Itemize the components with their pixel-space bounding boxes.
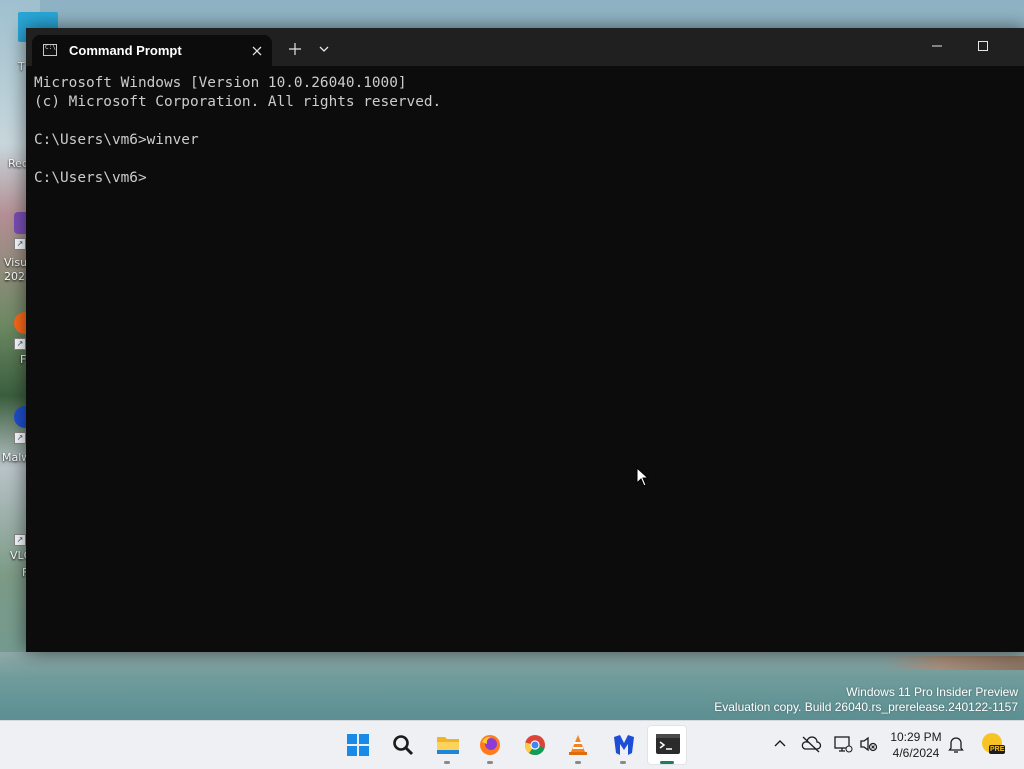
running-indicator	[444, 761, 450, 764]
show-hidden-icons-button[interactable]	[769, 733, 791, 755]
cloud-off-icon	[801, 736, 822, 753]
console-line: C:\Users\vm6>	[34, 170, 147, 186]
active-indicator	[660, 761, 674, 764]
firefox-icon	[480, 735, 500, 755]
desktop-icon-label: T	[18, 60, 25, 73]
pre-badge-label: PRE	[990, 746, 1005, 753]
desktop-icon-label: Rec	[8, 157, 28, 170]
terminal-icon	[656, 734, 680, 754]
clock-time: 10:29 PM	[890, 730, 942, 744]
vlc-app[interactable]	[558, 725, 598, 765]
running-indicator	[620, 761, 626, 764]
cmd-icon	[43, 44, 57, 56]
firefox-app[interactable]	[470, 725, 510, 765]
shortcut-arrow-icon: ↗	[14, 238, 26, 250]
bell-icon	[948, 737, 964, 753]
console-line: C:\Users\vm6>winver	[34, 132, 199, 148]
console-output[interactable]: Microsoft Windows [Version 10.0.26040.10…	[34, 74, 1024, 652]
shortcut-arrow-icon: ↗	[14, 534, 26, 546]
console-line: Microsoft Windows [Version 10.0.26040.10…	[34, 75, 407, 91]
volume-muted-icon	[860, 736, 878, 752]
chevron-down-icon	[319, 46, 329, 52]
taskbar: 10:29 PM 4/6/2024 PRE	[0, 720, 1024, 769]
shortcut-arrow-icon: ↗	[14, 338, 26, 350]
insider-pre-badge[interactable]: PRE	[980, 731, 1006, 757]
plus-icon	[289, 43, 301, 55]
terminal-app[interactable]	[647, 725, 687, 765]
evaluation-watermark: Windows 11 Pro Insider Preview Evaluatio…	[714, 685, 1018, 715]
folder-icon	[437, 737, 459, 754]
wallpaper-shore	[884, 656, 1024, 670]
clock-button[interactable]: 10:29 PM 4/6/2024	[886, 729, 946, 761]
notifications-button[interactable]	[945, 733, 967, 755]
desktop-icon-label: Visu	[4, 256, 28, 269]
maximize-button[interactable]	[960, 28, 1006, 66]
search-button[interactable]	[383, 725, 423, 765]
network-button[interactable]	[832, 733, 854, 755]
minimize-button[interactable]	[914, 28, 960, 66]
close-icon	[252, 46, 262, 56]
mouse-pointer-icon	[636, 467, 650, 487]
onedrive-button[interactable]	[800, 733, 822, 755]
watermark-line: Windows 11 Pro Insider Preview	[846, 685, 1018, 699]
running-indicator	[487, 761, 493, 764]
pre-badge-icon	[982, 733, 1005, 754]
windows-logo-icon	[347, 734, 369, 756]
tab-dropdown-button[interactable]	[314, 39, 334, 59]
malwarebytes-app[interactable]	[603, 725, 643, 765]
chrome-app[interactable]	[515, 725, 555, 765]
network-icon	[834, 736, 853, 753]
chrome-icon	[524, 735, 545, 756]
shortcut-arrow-icon: ↗	[14, 432, 26, 444]
start-button[interactable]	[338, 725, 378, 765]
malwarebytes-icon	[614, 735, 634, 755]
desktop-icon-label: 202	[4, 270, 25, 283]
tab-title: Command Prompt	[69, 43, 182, 58]
title-bar[interactable]: Command Prompt	[26, 28, 1024, 66]
search-icon	[393, 735, 414, 756]
new-tab-button[interactable]	[284, 38, 306, 60]
maximize-icon	[978, 41, 988, 51]
console-line: (c) Microsoft Corporation. All rights re…	[34, 94, 442, 110]
clock-date: 4/6/2024	[892, 746, 940, 760]
vlc-cone-icon	[569, 735, 587, 755]
close-tab-button[interactable]	[246, 40, 268, 62]
volume-button[interactable]	[858, 733, 880, 755]
minimize-icon	[932, 45, 942, 47]
terminal-window[interactable]: Command Prompt Microsoft Windows [Versio…	[26, 28, 1024, 652]
watermark-line: Evaluation copy. Build 26040.rs_prerelea…	[714, 700, 1018, 714]
tab-command-prompt[interactable]: Command Prompt	[32, 35, 272, 66]
file-explorer-app[interactable]	[427, 725, 467, 765]
running-indicator	[575, 761, 581, 764]
chevron-up-icon	[774, 740, 786, 747]
